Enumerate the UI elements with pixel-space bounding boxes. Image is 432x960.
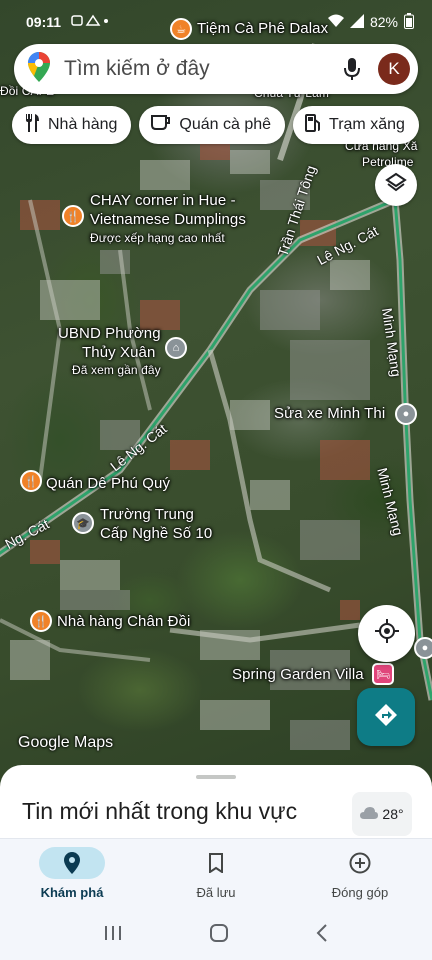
- wifi-icon: [327, 14, 344, 31]
- chip-label: Quán cà phê: [179, 116, 272, 133]
- government-pin-icon[interactable]: ⌂: [165, 337, 187, 359]
- restaurant-pin-icon[interactable]: 🍴: [30, 610, 52, 632]
- status-bar: 09:11 82%: [0, 0, 432, 44]
- nav-explore[interactable]: Khám phá: [0, 839, 144, 910]
- place-sublabel: Được xếp hạng cao nhất: [90, 231, 225, 245]
- place-sublabel: Đã xem gần đây: [72, 363, 161, 377]
- system-navigation-bar: [0, 910, 432, 960]
- temperature: 28°: [382, 806, 404, 822]
- restaurant-pin-icon[interactable]: 🍴: [20, 470, 42, 492]
- place-label[interactable]: Sửa xe Minh Thi: [274, 405, 385, 422]
- chip-label: Trạm xăng: [329, 116, 405, 133]
- sheet-drag-handle[interactable]: [196, 775, 236, 779]
- hotel-pin-icon[interactable]: 🛏: [372, 663, 394, 685]
- signal-icon: [349, 13, 364, 31]
- add-circle-icon: [327, 847, 393, 879]
- gas-station-icon: [305, 113, 321, 137]
- directions-arrow-icon: [373, 702, 399, 733]
- chip-cafes[interactable]: Quán cà phê: [139, 106, 286, 144]
- place-label[interactable]: Trường Trung: [100, 506, 194, 523]
- sheet-title: Tin mới nhất trong khu vực: [22, 798, 298, 824]
- place-label[interactable]: Cấp Nghề Số 10: [100, 525, 212, 542]
- account-avatar[interactable]: K: [378, 53, 410, 85]
- search-bar[interactable]: Tìm kiếm ở đây K: [14, 44, 418, 94]
- notification-icon: [71, 14, 111, 31]
- status-time: 09:11: [26, 14, 62, 30]
- chip-restaurants[interactable]: Nhà hàng: [12, 106, 132, 144]
- school-pin-icon[interactable]: 🎓: [72, 512, 94, 534]
- nav-saved[interactable]: Đã lưu: [144, 839, 288, 910]
- battery-icon: [404, 12, 414, 32]
- nav-label: Đã lưu: [196, 885, 236, 900]
- place-label[interactable]: Spring Garden Villa: [232, 666, 364, 683]
- search-input[interactable]: Tìm kiếm ở đây: [64, 57, 338, 81]
- place-label[interactable]: Vietnamese Dumplings: [90, 211, 246, 228]
- google-maps-logo: Google Maps: [18, 734, 114, 751]
- place-label[interactable]: CHAY corner in Hue -: [90, 192, 236, 209]
- layers-icon: [385, 172, 407, 199]
- category-chips: Nhà hàng Quán cà phê Trạm xăng: [12, 106, 419, 144]
- coffee-cup-icon: [151, 114, 171, 136]
- crosshair-icon: [374, 618, 400, 649]
- restaurant-pin-icon[interactable]: 🍴: [62, 205, 84, 227]
- cloud-icon: [360, 806, 379, 822]
- battery-percent: 82%: [369, 14, 398, 30]
- nav-contribute[interactable]: Đóng góp: [288, 839, 432, 910]
- back-icon[interactable]: [316, 923, 328, 947]
- directions-button[interactable]: [357, 688, 415, 746]
- bottom-navigation: Khám phá Đã lưu Đóng góp: [0, 838, 432, 910]
- place-label[interactable]: Thủy Xuân: [82, 344, 155, 361]
- bookmark-icon: [183, 847, 249, 879]
- weather-badge[interactable]: 28°: [352, 792, 412, 836]
- microphone-icon[interactable]: [338, 55, 366, 83]
- home-icon[interactable]: [210, 923, 228, 947]
- service-pin-icon[interactable]: ●: [395, 403, 417, 425]
- recent-apps-icon[interactable]: [104, 925, 122, 946]
- bottom-sheet[interactable]: Tin mới nhất trong khu vực 28°: [0, 765, 432, 845]
- google-maps-pin-icon: [28, 51, 50, 87]
- explore-pin-icon: [39, 847, 105, 879]
- place-label[interactable]: Nhà hàng Chân Đồi: [57, 613, 190, 630]
- place-label[interactable]: Quán Dê Phú Quý: [46, 475, 170, 492]
- map-pin-icon[interactable]: ●: [414, 637, 432, 659]
- chip-label: Nhà hàng: [48, 116, 118, 133]
- layers-button[interactable]: [375, 164, 417, 206]
- nav-label: Đóng góp: [331, 885, 389, 900]
- fork-knife-icon: [24, 113, 40, 137]
- place-label[interactable]: UBND Phường: [58, 325, 161, 342]
- chip-gas-stations[interactable]: Trạm xăng: [293, 106, 419, 144]
- my-location-button[interactable]: [358, 605, 415, 662]
- nav-label: Khám phá: [40, 885, 104, 900]
